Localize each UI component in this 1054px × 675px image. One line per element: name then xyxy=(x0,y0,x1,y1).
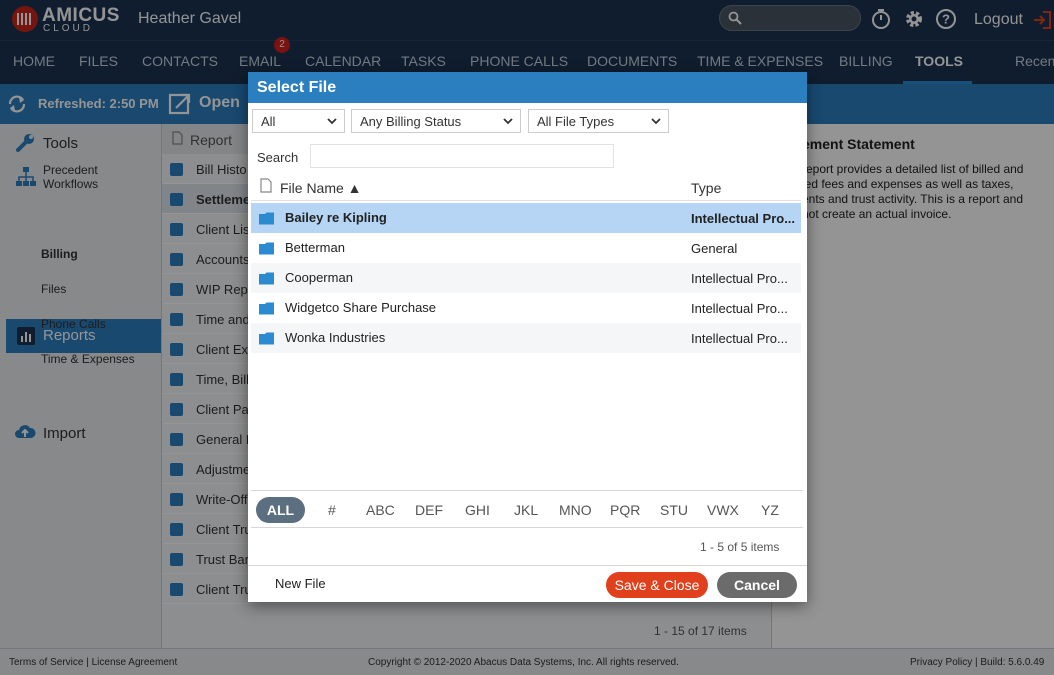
alpha-filter-def[interactable]: DEF xyxy=(415,502,443,518)
folder-icon xyxy=(259,332,274,345)
file-name: Betterman xyxy=(285,240,345,255)
folder-icon xyxy=(259,242,274,255)
alpha-filter-vwx[interactable]: VWX xyxy=(707,502,739,518)
file-grid-header: File Name ▲ Type xyxy=(251,173,801,201)
file-row[interactable]: Bailey re Kipling Intellectual Pro... xyxy=(251,203,801,233)
folder-icon xyxy=(259,212,274,225)
alpha-filter-number[interactable]: # xyxy=(328,502,336,518)
alpha-filter-pqr[interactable]: PQR xyxy=(610,502,640,518)
status-filter-select[interactable]: All xyxy=(252,109,345,133)
file-row[interactable]: Widgetco Share Purchase Intellectual Pro… xyxy=(251,293,801,323)
save-close-button[interactable]: Save & Close xyxy=(606,572,708,598)
file-type: Intellectual Pro... xyxy=(691,271,788,286)
new-file-link[interactable]: New File xyxy=(275,576,326,591)
file-type: General xyxy=(691,241,738,256)
alpha-filter-abc[interactable]: ABC xyxy=(366,502,395,518)
file-type: Intellectual Pro... xyxy=(691,211,796,226)
file-type: Intellectual Pro... xyxy=(691,331,788,346)
file-name: Bailey re Kipling xyxy=(285,210,387,225)
alpha-filter-ghi[interactable]: GHI xyxy=(465,502,490,518)
file-type-value: All File Types xyxy=(537,114,615,129)
alpha-filter-all[interactable]: ALL xyxy=(256,497,305,523)
file-row[interactable]: Cooperman Intellectual Pro... xyxy=(251,263,801,293)
file-items-count: 1 - 5 of 5 items xyxy=(700,540,780,554)
file-type: Intellectual Pro... xyxy=(691,301,788,316)
alpha-filter-jkl[interactable]: JKL xyxy=(514,502,538,518)
cancel-button[interactable]: Cancel xyxy=(717,572,797,598)
folder-icon xyxy=(259,272,274,285)
chevron-down-icon xyxy=(503,118,513,125)
billing-status-select[interactable]: Any Billing Status xyxy=(351,109,521,133)
status-filter-value: All xyxy=(261,114,276,129)
column-type[interactable]: Type xyxy=(691,180,721,196)
document-icon xyxy=(260,178,272,193)
chevron-down-icon xyxy=(651,118,661,125)
file-search-input[interactable] xyxy=(310,144,614,168)
file-row[interactable]: Wonka Industries Intellectual Pro... xyxy=(251,323,801,353)
alpha-filter-stu[interactable]: STU xyxy=(660,502,688,518)
file-type-select[interactable]: All File Types xyxy=(528,109,669,133)
dialog-footer: New File Save & Close Cancel xyxy=(248,565,807,602)
search-label: Search xyxy=(257,150,299,165)
column-file-name[interactable]: File Name ▲ xyxy=(280,180,362,196)
file-name: Cooperman xyxy=(285,270,353,285)
dialog-title: Select File xyxy=(248,72,807,103)
file-row[interactable]: Betterman General xyxy=(251,233,801,263)
file-name: Widgetco Share Purchase xyxy=(285,300,437,315)
folder-icon xyxy=(259,302,274,315)
chevron-down-icon xyxy=(327,118,337,125)
select-file-dialog: Select File All Any Billing Status All F… xyxy=(248,72,807,602)
alpha-filter-yz[interactable]: YZ xyxy=(761,502,779,518)
alpha-filter-mno[interactable]: MNO xyxy=(559,502,592,518)
alphabet-filter: ALL # ABC DEF GHI JKL MNO PQR STU VWX YZ xyxy=(251,490,803,528)
file-name: Wonka Industries xyxy=(285,330,386,345)
billing-status-value: Any Billing Status xyxy=(360,114,462,129)
